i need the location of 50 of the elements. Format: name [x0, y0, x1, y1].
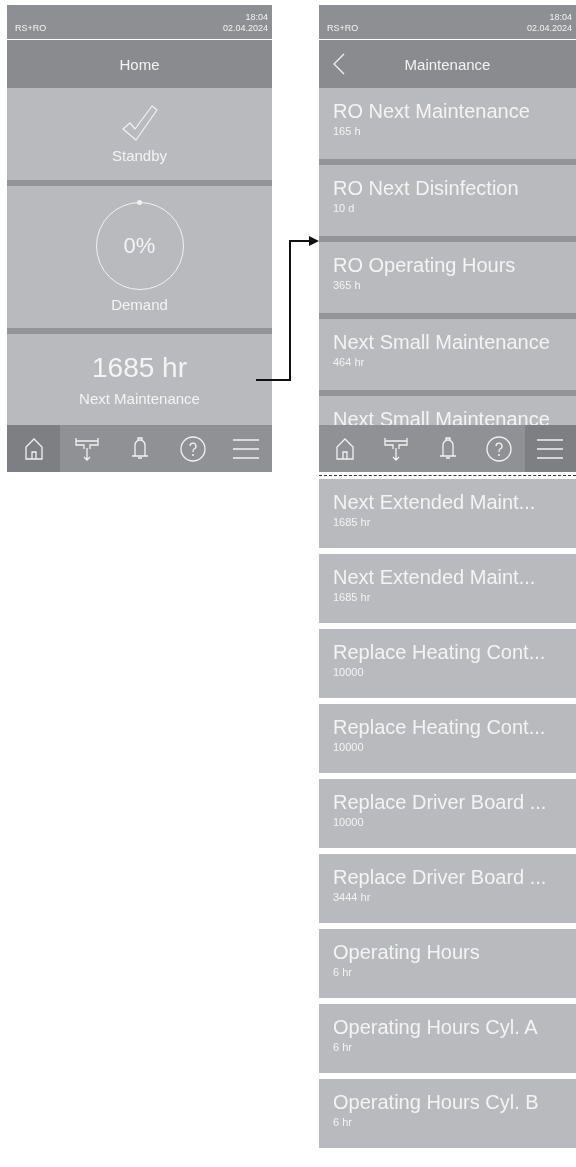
valve-icon — [384, 436, 409, 461]
bell-icon — [438, 436, 457, 461]
item-title: Next Small Maintenance — [333, 331, 551, 354]
system-name: RS+RO — [327, 24, 359, 33]
checkmark-icon — [121, 104, 158, 141]
demand-tile[interactable]: 0% Demand — [7, 186, 272, 328]
item-value: 10000 — [333, 666, 365, 678]
item-title: Operating Hours Cyl. A — [333, 1016, 539, 1039]
item-title: RO Next Disinfection — [333, 177, 520, 200]
screen-title: Home — [119, 55, 160, 73]
list-item[interactable]: Replace Driver Board ... 10000 — [319, 779, 576, 848]
home-icon — [24, 437, 43, 460]
maintenance-tile[interactable]: 1685 hr Next Maintenance — [7, 334, 272, 425]
gauge-value: 0% — [123, 232, 156, 259]
help-icon — [485, 435, 512, 462]
item-title: Next Extended Maint... — [333, 566, 537, 589]
list-item[interactable]: Replace Heating Cont... 10000 — [319, 629, 576, 698]
clock-time: 18:04 — [245, 12, 268, 23]
screen-title: Maintenance — [404, 55, 491, 73]
nav-tab[interactable] — [7, 425, 60, 472]
status-label: Standby — [111, 146, 167, 164]
bell-icon — [130, 436, 149, 461]
maintenance-value: 1685 hr — [92, 352, 187, 384]
clock-time: 18:04 — [549, 12, 572, 23]
date: 02.04.2024 — [526, 22, 572, 33]
home-icon — [335, 437, 354, 460]
list-item[interactable]: Replace Heating Cont... 10000 — [319, 704, 576, 773]
item-title: Operating Hours — [333, 941, 481, 964]
nav-tab[interactable] — [524, 425, 576, 472]
help-icon — [179, 435, 206, 462]
gauge-marker — [136, 200, 142, 205]
back-chevron-icon[interactable] — [333, 53, 345, 75]
menu-icon — [232, 438, 259, 459]
item-title: Next Extended Maint... — [333, 491, 537, 514]
item-value: 10000 — [333, 741, 365, 753]
system-name: RS+RO — [15, 24, 47, 33]
date: 02.04.2024 — [222, 22, 268, 33]
item-title: Replace Heating Cont... — [333, 716, 547, 739]
valve-icon — [74, 436, 99, 461]
gauge-label: Demand — [111, 295, 168, 313]
menu-icon — [537, 438, 564, 459]
status-tile[interactable]: Standby — [7, 88, 272, 180]
item-title: RO Next Maintenance — [333, 100, 531, 123]
maintenance-label: Next Maintenance — [79, 390, 200, 407]
item-title: Operating Hours Cyl. B — [333, 1091, 540, 1114]
item-title: Replace Driver Board ... — [333, 791, 548, 814]
item-value: 10000 — [333, 816, 365, 828]
item-title: Replace Driver Board ... — [333, 866, 548, 889]
item-title: Replace Heating Cont... — [333, 641, 547, 664]
item-title: RO Operating Hours — [333, 254, 517, 277]
